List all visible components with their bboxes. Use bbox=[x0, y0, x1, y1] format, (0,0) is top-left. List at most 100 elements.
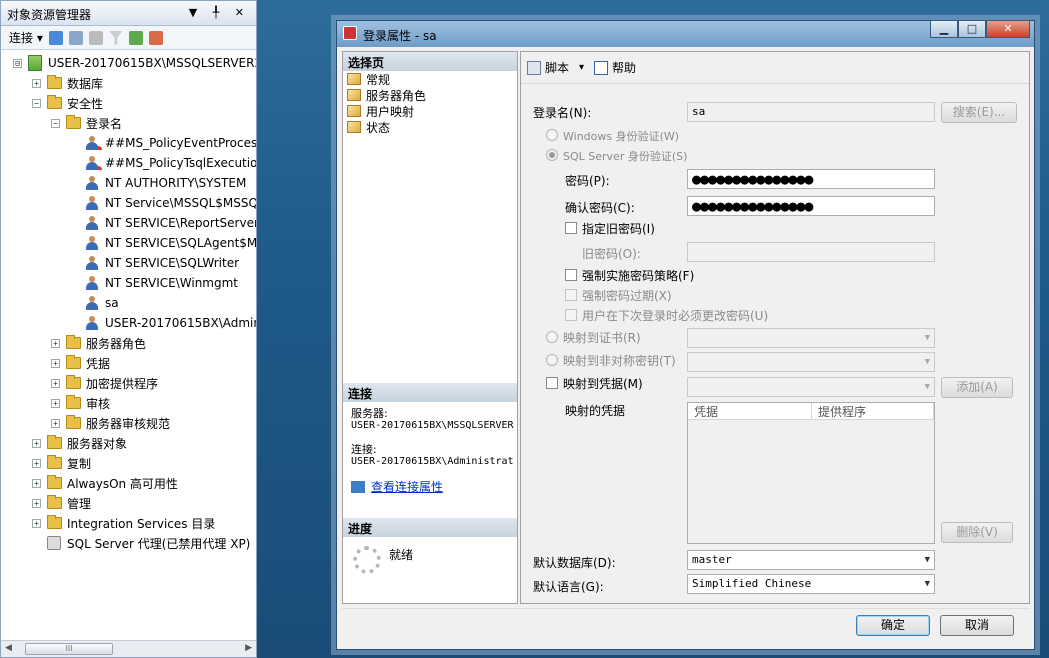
tree-node[interactable]: SQL Server 代理(已禁用代理 XP) bbox=[32, 533, 250, 553]
expand-collapse-icon[interactable]: + bbox=[51, 358, 60, 368]
old-password-field[interactable] bbox=[687, 242, 935, 262]
login-name-field[interactable]: sa bbox=[687, 102, 935, 122]
tree-node[interactable]: NT SERVICE\Winmgmt bbox=[70, 273, 238, 293]
search-button[interactable]: 搜索(E)... bbox=[941, 102, 1017, 123]
must-change-label: 用户在下次登录时必须更改密码(U) bbox=[582, 309, 769, 323]
map-cert-radio[interactable] bbox=[546, 331, 558, 343]
expand-collapse-icon[interactable]: + bbox=[32, 78, 41, 88]
tree-node[interactable]: ##MS_PolicyTsqlExecution bbox=[70, 153, 256, 173]
chevron-down-icon: ▼ bbox=[924, 579, 930, 589]
tree-node[interactable]: + 服务器审核规范 bbox=[51, 413, 170, 433]
horizontal-scrollbar[interactable]: ◀ III ▶ bbox=[1, 640, 256, 657]
credential-combo[interactable]: ▼ bbox=[687, 377, 935, 397]
page-item-status[interactable]: 状态 bbox=[343, 119, 517, 135]
tree-node[interactable]: + 服务器对象 bbox=[32, 433, 127, 453]
tree-node[interactable]: NT AUTHORITY\SYSTEM bbox=[70, 173, 246, 193]
tree-node[interactable]: sa bbox=[70, 293, 119, 313]
remove-credential-button[interactable]: 删除(V) bbox=[941, 522, 1013, 543]
user-icon bbox=[85, 236, 99, 250]
connect-icon[interactable] bbox=[48, 30, 63, 45]
expand-collapse-icon[interactable]: + bbox=[32, 478, 41, 488]
expand-collapse-icon[interactable]: + bbox=[51, 398, 60, 408]
script-button[interactable]: 脚本 bbox=[545, 59, 569, 76]
expand-collapse-icon[interactable]: + bbox=[32, 438, 41, 448]
tree-node[interactable]: + 复制 bbox=[32, 453, 91, 473]
password-field[interactable]: ●●●●●●●●●●●●●●● bbox=[687, 169, 935, 189]
tree-node[interactable]: ##MS_PolicyEventProcess bbox=[70, 133, 256, 153]
scroll-right-icon[interactable]: ▶ bbox=[245, 643, 252, 653]
maximize-button[interactable]: □ bbox=[958, 20, 986, 38]
tree-node[interactable]: NT Service\MSSQL$MSSQ bbox=[70, 193, 256, 213]
expand-collapse-icon[interactable]: − bbox=[32, 98, 41, 108]
stop-icon[interactable] bbox=[88, 30, 103, 45]
minimize-button[interactable]: ▁ bbox=[930, 20, 958, 38]
add-credential-button[interactable]: 添加(A) bbox=[941, 377, 1013, 398]
mapped-credentials-grid[interactable]: 凭据 提供程序 bbox=[687, 402, 935, 544]
refresh-icon[interactable] bbox=[128, 30, 143, 45]
folder-icon bbox=[47, 435, 62, 449]
disconnect-icon[interactable] bbox=[68, 30, 83, 45]
view-connection-properties-link[interactable]: 查看连接属性 bbox=[371, 478, 443, 495]
ok-button[interactable]: 确定 bbox=[856, 615, 930, 636]
tree-node[interactable]: + AlwaysOn 高可用性 bbox=[32, 473, 178, 493]
tree-node[interactable]: USER-20170615BX\Admin bbox=[70, 313, 256, 333]
scrollbar-thumb[interactable]: III bbox=[25, 643, 113, 655]
expand-collapse-icon[interactable]: − bbox=[51, 118, 60, 128]
page-item-user-mapping[interactable]: 用户映射 bbox=[343, 103, 517, 119]
tree-node[interactable]: + 加密提供程序 bbox=[51, 373, 158, 393]
grid-col-credential[interactable]: 凭据 bbox=[688, 403, 812, 419]
script-dropdown-icon[interactable]: ▾ bbox=[579, 62, 584, 73]
tree-node[interactable]: + 服务器角色 bbox=[51, 333, 146, 353]
tree-node[interactable]: − 登录名 bbox=[51, 113, 122, 133]
enforce-policy-checkbox[interactable] bbox=[565, 269, 577, 281]
grid-col-provider[interactable]: 提供程序 bbox=[812, 403, 934, 419]
expand-collapse-icon[interactable]: + bbox=[51, 338, 60, 348]
asym-key-combo[interactable]: ▼ bbox=[687, 352, 935, 372]
tree-node[interactable]: − 安全性 bbox=[32, 93, 103, 113]
sql-auth-radio[interactable] bbox=[546, 149, 558, 161]
windows-auth-radio[interactable] bbox=[546, 129, 558, 141]
must-change-checkbox[interactable] bbox=[565, 309, 577, 321]
tree-node[interactable]: NT SERVICE\SQLAgent$M bbox=[70, 233, 256, 253]
tree-node[interactable]: + Integration Services 目录 bbox=[32, 513, 215, 533]
certificate-combo[interactable]: ▼ bbox=[687, 328, 935, 348]
tree-node[interactable]: + 数据库 bbox=[32, 73, 103, 93]
activity-monitor-icon[interactable] bbox=[148, 30, 163, 45]
close-button[interactable]: ✕ bbox=[986, 20, 1030, 38]
confirm-password-field[interactable]: ●●●●●●●●●●●●●●● bbox=[687, 196, 935, 216]
tree-node[interactable]: + 审核 bbox=[51, 393, 110, 413]
tree-node[interactable]: NT SERVICE\ReportServer bbox=[70, 213, 256, 233]
windows-auth-label: Windows 身份验证(W) bbox=[563, 130, 680, 143]
expand-collapse-icon[interactable]: + bbox=[51, 378, 60, 388]
enforce-expiration-checkbox[interactable] bbox=[565, 289, 577, 301]
tree-node-label: SQL Server 代理(已禁用代理 XP) bbox=[67, 536, 251, 551]
expand-collapse-icon[interactable]: + bbox=[32, 498, 41, 508]
tree-node[interactable]: + 管理 bbox=[32, 493, 91, 513]
expand-collapse-icon[interactable]: ⊟ bbox=[13, 58, 22, 68]
connect-button[interactable]: 连接 ▾ bbox=[9, 29, 43, 46]
help-button[interactable]: 帮助 bbox=[612, 59, 636, 76]
folder-icon bbox=[66, 335, 81, 349]
map-asym-key-radio[interactable] bbox=[546, 354, 558, 366]
page-item-server-roles[interactable]: 服务器角色 bbox=[343, 87, 517, 103]
tree-node-label: ##MS_PolicyEventProcess bbox=[105, 136, 256, 150]
default-language-combo[interactable]: Simplified Chinese ▼ bbox=[687, 574, 935, 594]
tree-node-label: NT SERVICE\ReportServer bbox=[105, 216, 256, 230]
panel-pin-controls[interactable]: ▼ ╀ ✕ bbox=[189, 6, 250, 19]
page-item-general[interactable]: 常规 bbox=[343, 71, 517, 87]
expand-collapse-icon[interactable]: + bbox=[32, 518, 41, 528]
expand-collapse-icon[interactable]: + bbox=[32, 458, 41, 468]
expand-collapse-icon[interactable]: + bbox=[51, 418, 60, 428]
default-language-label: 默认语言(G): bbox=[533, 580, 604, 594]
object-explorer-titlebar: 对象资源管理器 ▼ ╀ ✕ bbox=[1, 1, 256, 26]
scroll-left-icon[interactable]: ◀ bbox=[5, 643, 12, 653]
server-label: 服务器: bbox=[351, 407, 388, 420]
map-credential-checkbox[interactable] bbox=[546, 377, 558, 389]
specify-old-password-checkbox[interactable] bbox=[565, 222, 577, 234]
tree-node[interactable]: ⊟ USER-20170615BX\MSSQLSERVER2 bbox=[13, 53, 256, 73]
cancel-button[interactable]: 取消 bbox=[940, 615, 1014, 636]
default-database-combo[interactable]: master ▼ bbox=[687, 550, 935, 570]
tree-node[interactable]: NT SERVICE\SQLWriter bbox=[70, 253, 239, 273]
filter-icon[interactable] bbox=[108, 30, 123, 45]
tree-node[interactable]: + 凭据 bbox=[51, 353, 110, 373]
